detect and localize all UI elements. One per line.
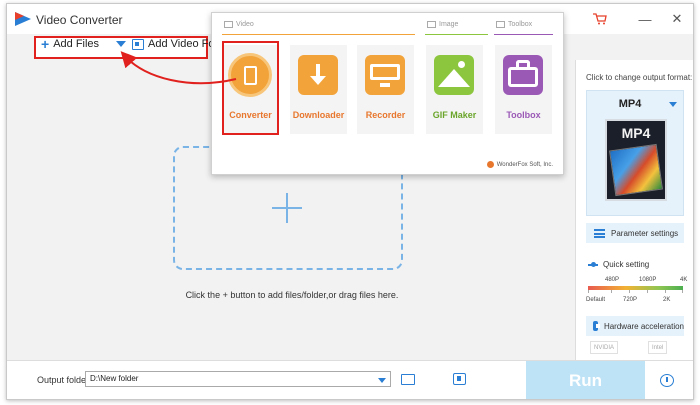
quick-setting-text: Quick setting xyxy=(603,260,650,269)
cart-icon[interactable] xyxy=(593,13,607,25)
toolbox-tab-underline xyxy=(494,34,553,35)
output-panel: Click to change output format: MP4 MP4 P… xyxy=(575,60,693,360)
monitor-icon xyxy=(365,55,405,95)
quality-tick xyxy=(647,290,648,293)
close-button[interactable]: ✕ xyxy=(661,4,693,34)
parameter-settings-button[interactable]: Parameter settings xyxy=(586,223,684,243)
video-tab-underline xyxy=(222,34,415,35)
downloader-label: Downloader xyxy=(292,110,345,120)
quality-label-2k: 2K xyxy=(663,297,671,303)
app-title: Video Converter xyxy=(36,13,123,27)
film-strip-graphic xyxy=(609,143,663,197)
plus-icon: + xyxy=(41,36,50,52)
quality-tick xyxy=(611,290,612,293)
quality-tick xyxy=(665,290,666,293)
output-format-selector[interactable]: MP4 MP4 xyxy=(586,90,684,216)
folder-icon xyxy=(132,38,144,50)
converter-highlight xyxy=(222,41,279,135)
quality-label-720p: 720P xyxy=(623,297,638,303)
downloader-tile[interactable]: Downloader xyxy=(290,45,347,134)
settings-sliders-icon xyxy=(594,228,605,238)
tab-toolbox-label: Toolbox xyxy=(508,21,533,28)
quality-slider[interactable] xyxy=(588,286,683,290)
brand-name: WonderFox Soft, Inc. xyxy=(496,161,553,168)
add-files-button[interactable]: + Add Files xyxy=(41,36,100,52)
intel-label: Intel xyxy=(652,344,664,351)
drop-hint: Click the + button to add files/folder,o… xyxy=(185,290,399,300)
quality-tick xyxy=(682,290,683,293)
app-logo-icon xyxy=(15,12,31,26)
image-tab-icon xyxy=(427,21,436,28)
alarm-clock-icon[interactable] xyxy=(660,374,674,387)
video-tab-icon xyxy=(224,21,233,28)
gif-maker-label: GIF Maker xyxy=(432,110,477,120)
tab-video[interactable]: Video xyxy=(224,21,254,28)
add-files-dropdown-icon[interactable] xyxy=(116,41,126,47)
mp4-art-label: MP4 xyxy=(621,125,651,141)
nvidia-checkbox[interactable]: NVIDIA xyxy=(590,341,619,354)
quick-setting-label: Quick setting xyxy=(588,260,649,269)
output-clip-icon[interactable] xyxy=(453,373,466,385)
nvidia-label: NVIDIA xyxy=(594,344,615,351)
add-files-label: Add Files xyxy=(53,38,100,50)
quality-label-1080p: 1080P xyxy=(639,277,657,283)
drop-plus-icon-vertical[interactable] xyxy=(286,193,288,223)
hardware-acceleration-button[interactable]: Hardware acceleration xyxy=(586,316,684,336)
recorder-label: Recorder xyxy=(365,110,406,120)
open-folder-icon[interactable] xyxy=(401,374,415,385)
chevron-down-icon xyxy=(669,102,677,107)
tab-image[interactable]: Image xyxy=(427,21,458,28)
tab-video-label: Video xyxy=(236,21,254,28)
output-folder-dropdown-icon[interactable] xyxy=(378,378,386,383)
recorder-tile[interactable]: Recorder xyxy=(357,45,414,134)
download-icon xyxy=(298,55,338,95)
intel-checkbox[interactable]: Intel xyxy=(648,341,668,354)
gif-maker-tile[interactable]: GIF Maker xyxy=(426,45,483,134)
quality-label-default: Default xyxy=(586,297,606,303)
image-tab-underline xyxy=(425,34,488,35)
output-format-caption: Click to change output format: xyxy=(586,73,693,82)
tab-image-label: Image xyxy=(439,21,459,28)
output-folder-field[interactable]: D:\New folder xyxy=(85,371,391,387)
chip-icon xyxy=(593,321,600,331)
brand-footer: WonderFox Soft, Inc. xyxy=(486,161,553,168)
bottom-bar: Output folder: D:\New folder Run xyxy=(7,360,693,399)
toolbox-label: Toolbox xyxy=(506,110,541,120)
toolbox-icon xyxy=(503,55,543,95)
run-button[interactable]: Run xyxy=(526,361,645,399)
slider-icon xyxy=(588,261,598,267)
window-controls: — ✕ xyxy=(629,4,693,34)
feature-menu-popup: Video Image Toolbox Converter Downloader… xyxy=(211,12,564,175)
quality-label-480p: 480P xyxy=(605,277,620,283)
quality-tick xyxy=(629,290,630,293)
output-format-name: MP4 xyxy=(618,98,642,110)
brand-logo-icon xyxy=(486,161,494,168)
parameter-settings-label: Parameter settings xyxy=(611,228,679,238)
quality-label-4k: 4K xyxy=(680,277,688,283)
output-folder-label: Output folder: xyxy=(37,375,92,385)
tab-toolbox[interactable]: Toolbox xyxy=(496,21,532,28)
mp4-format-icon: MP4 xyxy=(605,119,667,201)
image-icon xyxy=(434,55,474,95)
minimize-button[interactable]: — xyxy=(629,4,661,34)
toolbox-tab-icon xyxy=(496,21,505,28)
hardware-acceleration-label: Hardware acceleration xyxy=(603,321,684,331)
quality-tick xyxy=(588,290,589,293)
toolbox-tile[interactable]: Toolbox xyxy=(495,45,552,134)
